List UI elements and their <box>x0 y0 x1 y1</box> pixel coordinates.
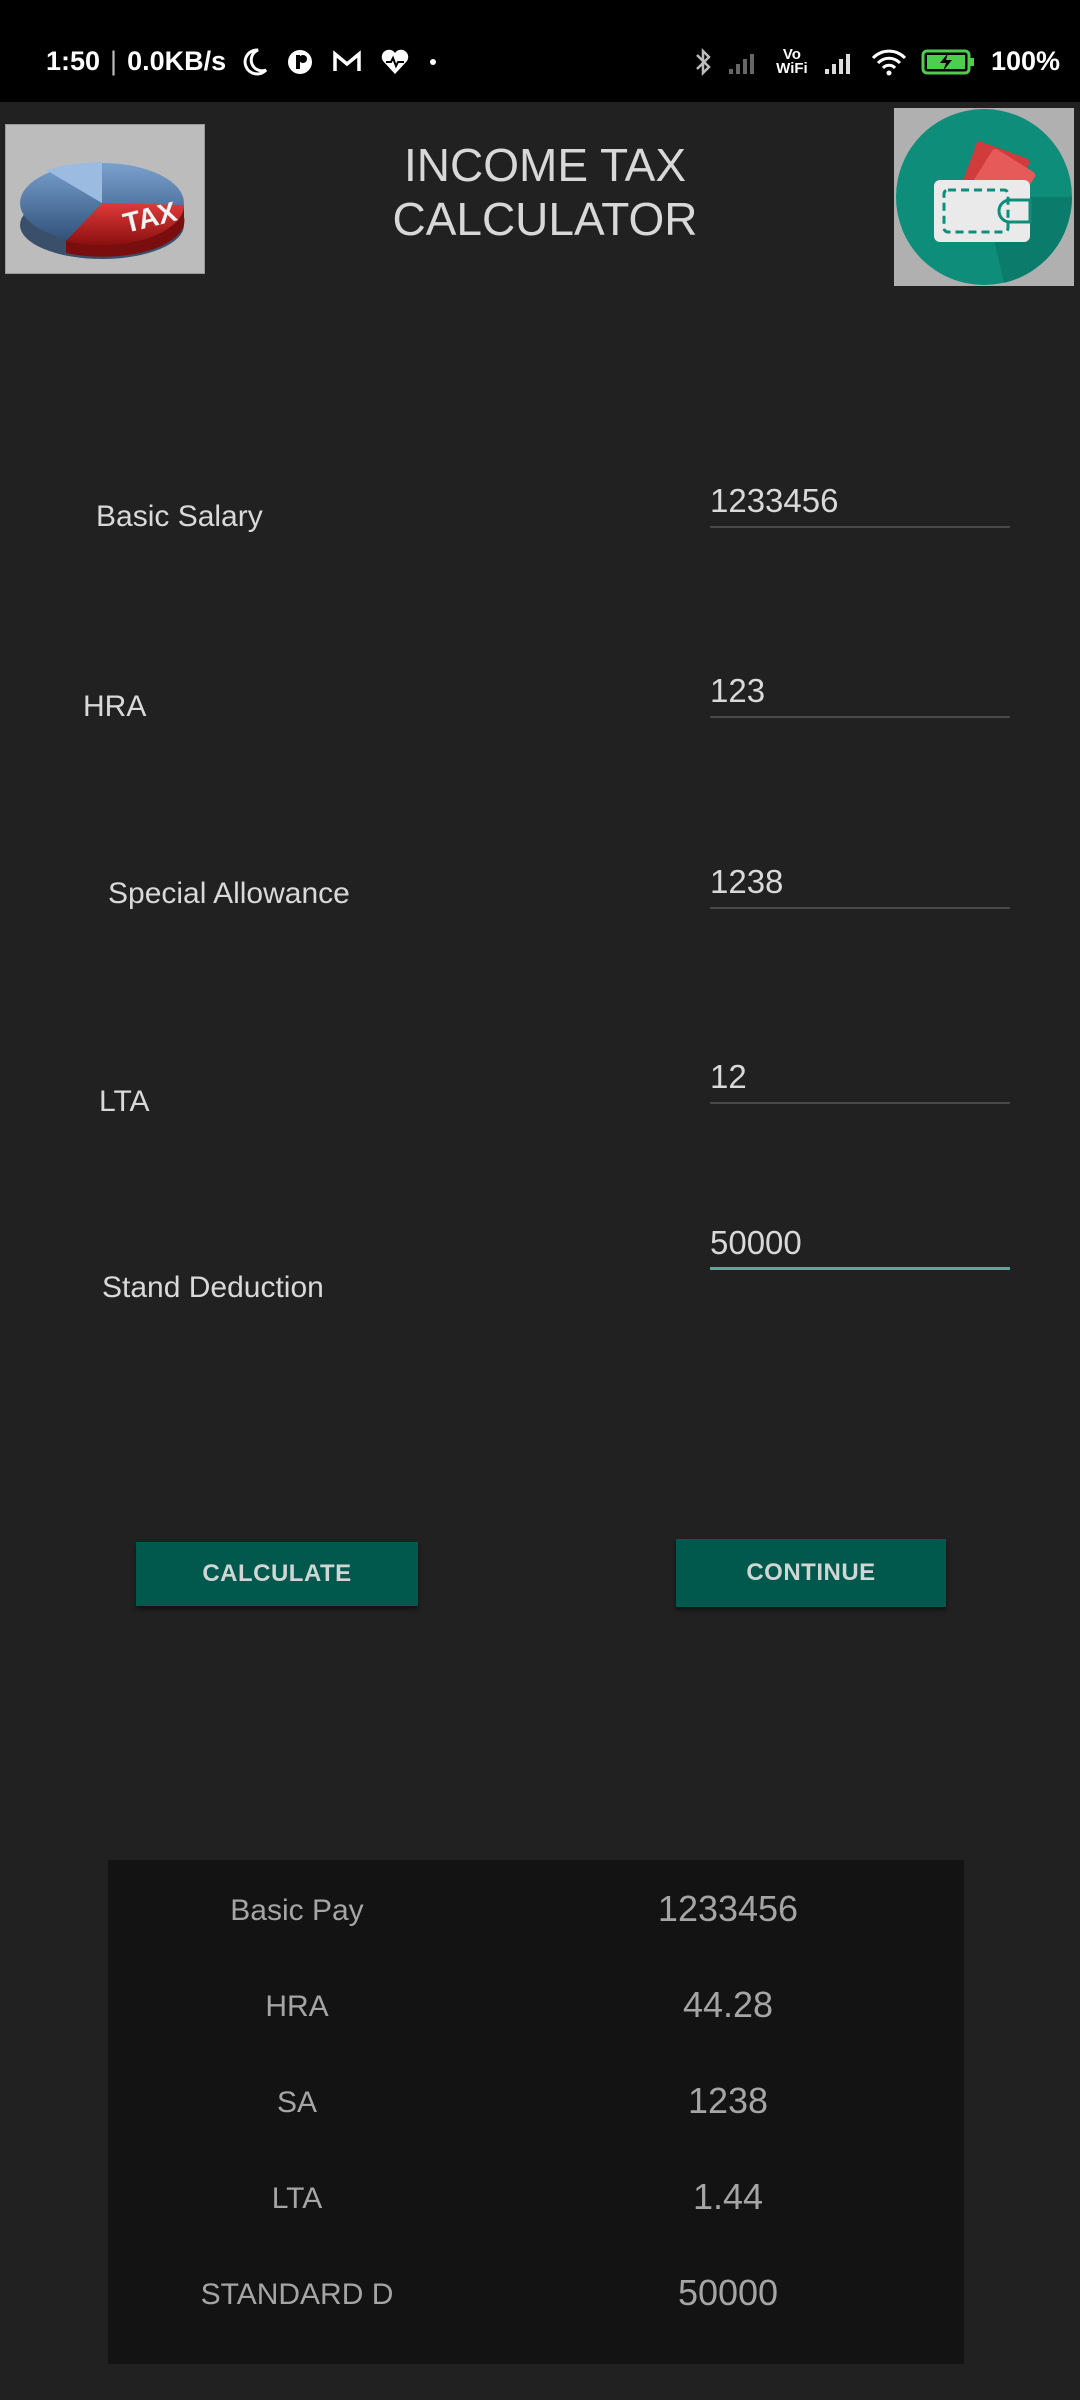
status-separator: | <box>110 46 118 76</box>
battery-percent: 100% <box>990 46 1060 76</box>
tax-pie-logo: TAX <box>5 124 205 274</box>
continue-button[interactable]: CONTINUE <box>676 1539 946 1607</box>
status-bar: 1:50 | 0.0KB/s Vo WiFi 100% <box>0 0 1080 102</box>
status-net-speed: 0.0KB/s <box>127 46 227 76</box>
result-row: STANDARD D 50000 <box>108 2244 964 2340</box>
result-value: 44.28 <box>682 1984 774 2025</box>
moon-icon <box>243 47 268 75</box>
result-label: STANDARD D <box>200 2278 394 2311</box>
result-row: SA 1238 <box>108 2052 964 2148</box>
status-right: Vo WiFi 100% <box>693 46 1060 77</box>
stand-deduction-input[interactable]: 50000 <box>710 1218 1010 1270</box>
result-value: 1238 <box>687 2080 769 2121</box>
result-value: 50000 <box>677 2272 779 2313</box>
stand-deduction-label: Stand Deduction <box>102 1271 324 1304</box>
wifi-icon <box>871 49 907 75</box>
result-row: HRA 44.28 <box>108 1956 964 2052</box>
battery-charging-icon <box>921 49 974 74</box>
app-notification-icon <box>288 49 313 74</box>
result-label: SA <box>276 2086 318 2119</box>
gmail-icon <box>333 49 361 71</box>
lta-label: LTA <box>99 1085 150 1118</box>
more-dot-icon <box>430 58 437 65</box>
result-row: Basic Pay 1233456 <box>108 1860 964 1956</box>
result-label: Basic Pay <box>230 1894 364 1927</box>
wallet-logo-icon <box>894 108 1074 286</box>
app-title: INCOME TAX CALCULATOR <box>392 139 698 245</box>
result-row: LTA 1.44 <box>108 2148 964 2244</box>
result-value: 1.44 <box>692 2176 764 2217</box>
result-label: HRA <box>265 1990 329 2023</box>
basic-salary-input[interactable]: 1233456 <box>710 476 1010 528</box>
result-value: 1233456 <box>657 1888 799 1929</box>
signal-icon <box>824 53 850 74</box>
basic-salary-label: Basic Salary <box>96 500 263 533</box>
hra-input[interactable]: 123 <box>710 666 1010 718</box>
special-allowance-input[interactable]: 1238 <box>710 857 1010 909</box>
health-heart-icon <box>381 49 409 74</box>
bluetooth-icon <box>696 47 711 76</box>
status-time: 1:50 <box>46 46 101 76</box>
status-left: 1:50 | 0.0KB/s <box>46 46 438 77</box>
results-table: Basic Pay 1233456 HRA 44.28 SA 1238 LTA … <box>108 1860 964 2364</box>
vo-wifi-label: Vo WiFi <box>776 45 808 77</box>
hra-label: HRA <box>83 690 147 723</box>
result-label: LTA <box>271 2182 323 2215</box>
calculate-button[interactable]: CALCULATE <box>136 1542 418 1606</box>
status-notification-icons <box>242 47 438 76</box>
lta-input[interactable]: 12 <box>710 1052 1010 1104</box>
special-allowance-label: Special Allowance <box>108 877 350 910</box>
signal-weak-icon <box>728 53 754 74</box>
